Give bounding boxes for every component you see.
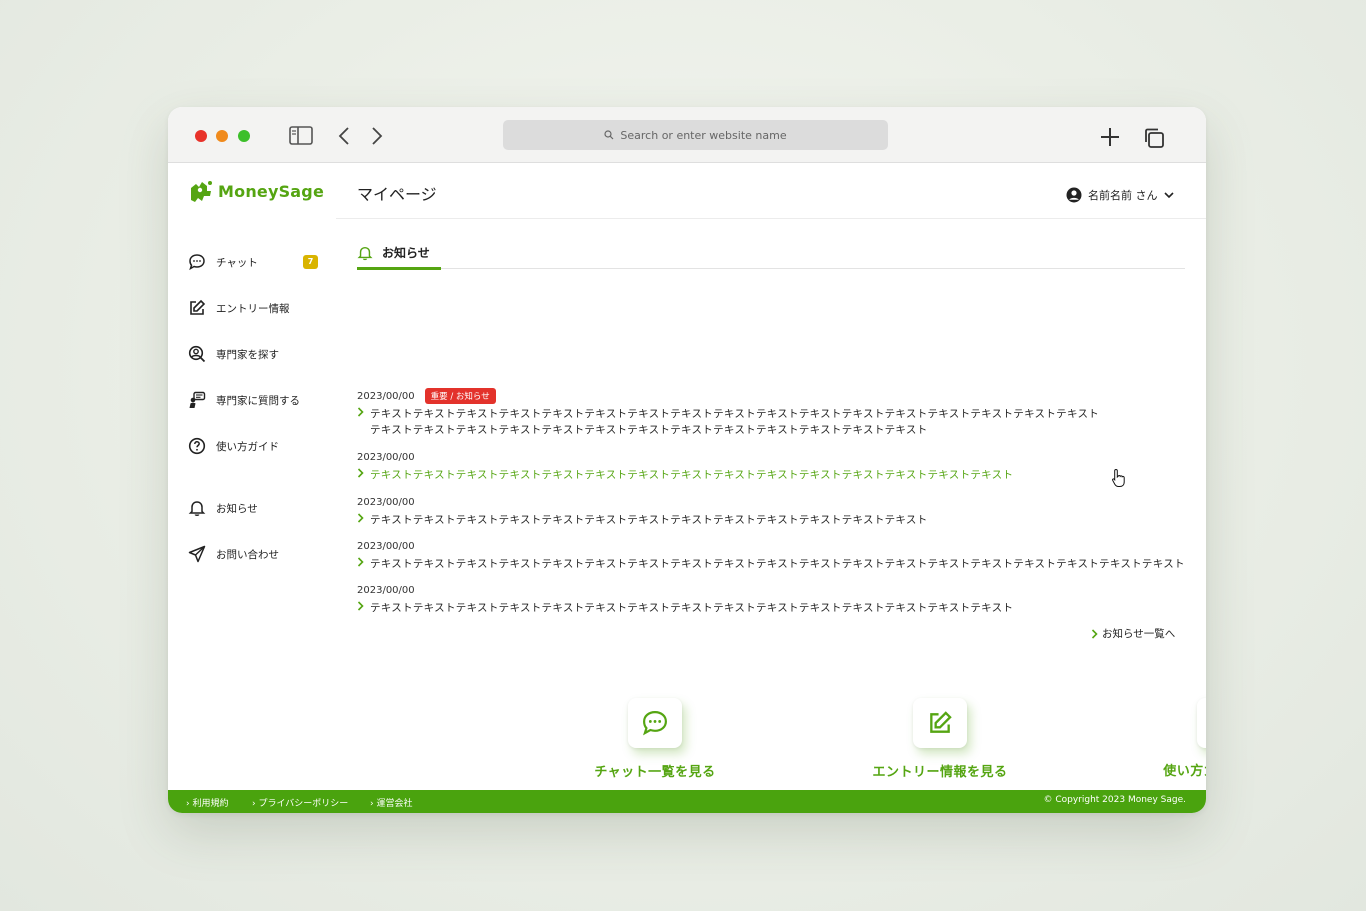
all-notices-link[interactable]: お知らせ一覧へ bbox=[1091, 626, 1175, 641]
footer-link-label: 利用規約 bbox=[192, 799, 229, 809]
sidebar-item-guide[interactable]: 使い方ガイド bbox=[188, 437, 279, 455]
chat-list-link[interactable]: チャット一覧を見る bbox=[555, 761, 755, 780]
sidebar-item-label: 専門家を探す bbox=[216, 348, 279, 361]
new-tab-icon[interactable] bbox=[1100, 127, 1120, 151]
chat-list-card[interactable] bbox=[628, 698, 682, 748]
browser-toolbar: Search or enter website name bbox=[168, 107, 1206, 163]
notice-item: 2023/00/00 テキストテキストテキストテキストテキストテキストテキストテ… bbox=[357, 582, 1187, 616]
all-notices-label: お知らせ一覧へ bbox=[1102, 628, 1176, 640]
notice-item: 2023/00/00 テキストテキストテキストテキストテキストテキストテキストテ… bbox=[357, 449, 1187, 483]
tab-label: お知らせ bbox=[382, 246, 430, 260]
notice-text: テキストテキストテキストテキストテキストテキストテキストテキストテキストテキスト… bbox=[370, 558, 1185, 570]
chevron-down-icon bbox=[1163, 192, 1174, 199]
notice-text: テキストテキストテキストテキストテキストテキストテキストテキストテキストテキスト… bbox=[370, 469, 1014, 481]
notice-date: 2023/00/00 bbox=[357, 584, 415, 596]
ask-expert-icon bbox=[189, 391, 206, 408]
brand-name: MoneySage bbox=[218, 181, 325, 201]
notice-item: 2023/00/00 テキストテキストテキストテキストテキストテキストテキストテ… bbox=[357, 494, 1187, 528]
tab-divider bbox=[357, 268, 1185, 269]
chevron-right-icon bbox=[357, 512, 366, 528]
notice-text: テキストテキストテキストテキストテキストテキストテキストテキストテキストテキスト… bbox=[370, 602, 1014, 614]
tab-notices[interactable]: お知らせ bbox=[357, 244, 430, 261]
chevron-right-icon bbox=[357, 556, 366, 572]
footer-link-privacy[interactable]: › プライバシーポリシー bbox=[252, 796, 348, 809]
paper-plane-icon bbox=[188, 545, 206, 563]
forward-icon[interactable] bbox=[371, 127, 383, 149]
maximize-window-button[interactable] bbox=[238, 130, 250, 142]
header-divider bbox=[336, 218, 1206, 219]
guide-card[interactable] bbox=[1197, 698, 1206, 748]
footer: › 利用規約 › プライバシーポリシー › 運営会社 © Copyright 2… bbox=[168, 790, 1206, 813]
close-window-button[interactable] bbox=[195, 130, 207, 142]
notice-text: テキストテキストテキストテキストテキストテキストテキストテキストテキストテキスト… bbox=[370, 514, 928, 526]
bell-icon bbox=[188, 501, 206, 516]
chat-unread-badge: 7 bbox=[303, 255, 318, 269]
important-tag: 重要 / お知らせ bbox=[424, 388, 496, 404]
question-circle-icon bbox=[188, 437, 206, 455]
user-search-icon bbox=[188, 345, 206, 363]
chevron-right-icon bbox=[1091, 628, 1098, 639]
sidebar-item-entry[interactable]: エントリー情報 bbox=[188, 299, 290, 317]
search-icon bbox=[604, 130, 614, 140]
chat-bubble-icon bbox=[643, 711, 667, 736]
footer-link-label: 運営会社 bbox=[376, 799, 413, 809]
entry-info-link[interactable]: エントリー情報を見る bbox=[840, 761, 1040, 780]
main-content: マイページ 名前名前 さん お知らせ 2023/00/00 重要 / お知らせ bbox=[336, 164, 1206, 790]
sidebar: MoneySage チャット 7 エントリー情報 専門家を探す 専門家に質問する… bbox=[168, 164, 336, 790]
notice-item: 2023/00/00 テキストテキストテキストテキストテキストテキストテキストテ… bbox=[357, 538, 1187, 572]
user-menu[interactable]: 名前名前 さん bbox=[1066, 187, 1174, 203]
notice-date: 2023/00/00 bbox=[357, 451, 415, 463]
sidebar-item-ask-expert[interactable]: 専門家に質問する bbox=[188, 391, 300, 409]
sidebar-toggle-icon[interactable] bbox=[289, 126, 313, 149]
guide-link[interactable]: 使い方ガイドを見る bbox=[1124, 760, 1206, 779]
chevron-right-icon bbox=[357, 600, 366, 616]
tabs-overview-icon[interactable] bbox=[1143, 127, 1165, 153]
notice-item: 2023/00/00 重要 / お知らせ テキストテキストテキストテキストテキス… bbox=[357, 388, 1187, 438]
sidebar-item-find-expert[interactable]: 専門家を探す bbox=[188, 345, 279, 363]
sidebar-item-chat[interactable]: チャット bbox=[188, 253, 258, 271]
edit-icon bbox=[930, 711, 952, 733]
sidebar-item-label: 使い方ガイド bbox=[216, 440, 279, 453]
footer-link-company[interactable]: › 運営会社 bbox=[370, 796, 412, 809]
sidebar-item-label: チャット bbox=[216, 256, 258, 269]
sidebar-item-contact[interactable]: お問い合わせ bbox=[188, 545, 279, 563]
chevron-right-icon bbox=[357, 467, 366, 483]
user-avatar-icon bbox=[1066, 187, 1082, 203]
chat-bubble-icon bbox=[189, 254, 205, 271]
footer-link-terms[interactable]: › 利用規約 bbox=[186, 796, 228, 809]
browser-window: Search or enter website name MoneySage チ… bbox=[168, 107, 1206, 813]
address-placeholder: Search or enter website name bbox=[620, 128, 787, 142]
moneysage-logo-icon bbox=[191, 181, 212, 202]
tab-active-indicator bbox=[357, 267, 441, 270]
edit-icon bbox=[190, 299, 206, 315]
notice-date: 2023/00/00 bbox=[357, 540, 415, 552]
hand-cursor-icon bbox=[1112, 468, 1125, 487]
footer-link-label: プライバシーポリシー bbox=[258, 799, 349, 809]
notice-date: 2023/00/00 bbox=[357, 496, 415, 508]
minimize-window-button[interactable] bbox=[216, 130, 228, 142]
notice-link[interactable]: テキストテキストテキストテキストテキストテキストテキストテキストテキストテキスト… bbox=[357, 406, 1187, 438]
sidebar-item-notices[interactable]: お知らせ bbox=[188, 499, 258, 517]
user-name: 名前名前 さん bbox=[1088, 189, 1158, 202]
sidebar-item-label: 専門家に質問する bbox=[216, 394, 300, 407]
notice-text: テキストテキストテキストテキストテキストテキストテキストテキストテキストテキスト… bbox=[370, 408, 1100, 420]
notice-date: 2023/00/00 bbox=[357, 390, 415, 402]
back-icon[interactable] bbox=[338, 127, 350, 149]
entry-info-card[interactable] bbox=[913, 698, 967, 748]
bell-icon bbox=[357, 246, 373, 260]
sidebar-item-label: お知らせ bbox=[216, 502, 258, 515]
sidebar-item-label: エントリー情報 bbox=[216, 302, 290, 315]
chevron-right-icon bbox=[357, 406, 366, 422]
brand-logo[interactable]: MoneySage bbox=[188, 178, 324, 204]
notice-text: テキストテキストテキストテキストテキストテキストテキストテキストテキストテキスト… bbox=[370, 424, 928, 436]
notice-link[interactable]: テキストテキストテキストテキストテキストテキストテキストテキストテキストテキスト… bbox=[357, 600, 1187, 616]
sidebar-item-label: お問い合わせ bbox=[216, 548, 279, 561]
copyright: © Copyright 2023 Money Sage. bbox=[1043, 795, 1186, 805]
notice-link[interactable]: テキストテキストテキストテキストテキストテキストテキストテキストテキストテキスト… bbox=[357, 556, 1187, 572]
page-title: マイページ bbox=[357, 185, 437, 204]
notice-link[interactable]: テキストテキストテキストテキストテキストテキストテキストテキストテキストテキスト… bbox=[357, 512, 1187, 528]
notice-link[interactable]: テキストテキストテキストテキストテキストテキストテキストテキストテキストテキスト… bbox=[357, 467, 1187, 483]
address-bar[interactable]: Search or enter website name bbox=[503, 120, 888, 150]
